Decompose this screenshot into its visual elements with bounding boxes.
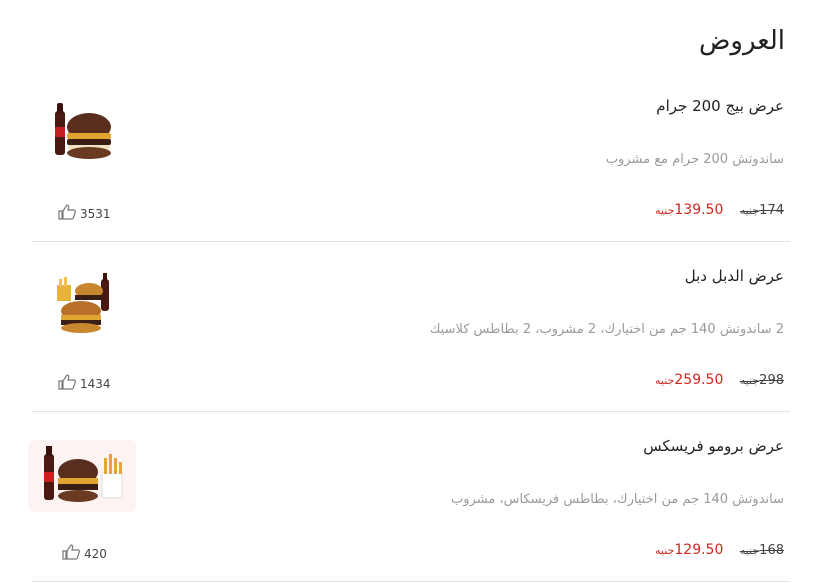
likes-number: 3531 — [80, 206, 111, 221]
offer-card[interactable]: عرض بيج 200 جرام ساندوتش 200 جرام مع مشر… — [32, 71, 790, 242]
offer-name[interactable]: عرض برومو فريسكس — [643, 437, 784, 455]
likes-count[interactable]: 1434 — [58, 374, 111, 393]
offer-card[interactable]: عرض برومو فريسكس ساندوتش 140 جم من اختيا… — [28, 411, 790, 582]
burger-with-cola-icon[interactable] — [46, 97, 120, 167]
offer-price: 168جنيه 129.50جنيه — [655, 542, 784, 558]
thumbs-up-icon[interactable] — [62, 544, 80, 563]
old-price: 298جنيه — [739, 373, 784, 388]
likes-number: 1434 — [80, 376, 111, 391]
offer-price: 174جنيه 139.50جنيه — [655, 202, 784, 218]
offer-description: 2 ساندوتش 140 جم من اختيارك، 2 مشروب، 2 … — [429, 322, 784, 337]
likes-count[interactable]: 420 — [62, 544, 107, 563]
burger-fries-cola-icon[interactable] — [28, 440, 136, 512]
new-price: 259.50جنيه — [655, 372, 724, 388]
offer-name[interactable]: عرض الدبل دبل — [685, 267, 784, 285]
offer-description: ساندوتش 140 جم من اختيارك، بطاطس فريسكاس… — [451, 492, 784, 507]
likes-number: 420 — [84, 546, 107, 561]
new-price: 139.50جنيه — [655, 202, 724, 218]
offers-page: العروض عرض بيج 200 جرام ساندوتش 200 جرام… — [0, 0, 815, 585]
thumbs-up-icon[interactable] — [58, 374, 76, 393]
old-price: 168جنيه — [739, 543, 784, 558]
thumbs-up-icon[interactable] — [58, 204, 76, 223]
offer-name[interactable]: عرض بيج 200 جرام — [656, 97, 784, 115]
likes-count[interactable]: 3531 — [58, 204, 111, 223]
new-price: 129.50جنيه — [655, 542, 724, 558]
section-title: العروض — [698, 26, 785, 56]
double-burger-meal-icon[interactable] — [46, 271, 126, 337]
offer-price: 298جنيه 259.50جنيه — [655, 372, 784, 388]
old-price: 174جنيه — [739, 203, 784, 218]
offer-description: ساندوتش 200 جرام مع مشروب — [605, 152, 784, 167]
offer-card[interactable]: عرض الدبل دبل 2 ساندوتش 140 جم من اختيار… — [32, 241, 790, 412]
